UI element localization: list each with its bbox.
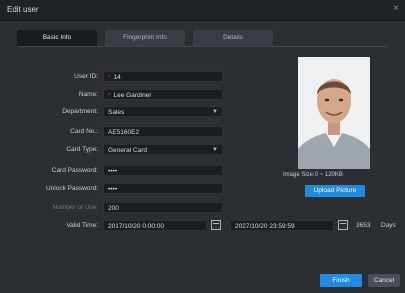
user-id-row: User ID: <box>0 71 98 83</box>
chevron-down-icon: ▼ <box>212 147 218 153</box>
title-bar: Edit user × <box>0 0 405 21</box>
required-marker: * <box>108 74 111 81</box>
calendar-icon[interactable] <box>338 220 348 230</box>
tab-fingerprint-info[interactable]: Fingerprint Info <box>105 30 185 46</box>
name-label: Name: <box>78 91 98 98</box>
card-no-label: Card No.: <box>70 128 98 135</box>
department-row: Department: <box>0 106 98 118</box>
user-id-field[interactable]: * 14 <box>103 71 223 82</box>
unlock-password-row: Unlock Password: <box>0 183 98 195</box>
department-select[interactable]: Sales ▼ <box>103 106 223 117</box>
card-password-field[interactable]: •••• <box>103 165 223 176</box>
unlock-password-field[interactable]: •••• <box>103 183 223 194</box>
upload-picture-button[interactable]: Upload Picture <box>305 185 365 197</box>
valid-days-value: 3653 <box>356 222 371 229</box>
card-no-row: Card No.: <box>0 126 98 138</box>
card-type-label: Card Type: <box>66 146 98 153</box>
card-type-row: Card Type: <box>0 144 98 156</box>
user-id-label: User ID: <box>74 73 98 80</box>
valid-time-label: Valid Time: <box>66 222 98 229</box>
name-field[interactable]: * Lee Gardiner <box>103 89 223 100</box>
tab-details[interactable]: Details <box>193 30 273 46</box>
required-marker: * <box>108 92 111 99</box>
cancel-button[interactable]: Cancel <box>368 274 400 287</box>
valid-days-label: Days <box>381 222 396 229</box>
tab-divider <box>17 46 387 47</box>
name-row: Name: <box>0 89 98 101</box>
valid-time-start-field[interactable]: 2017/10/20 0:00:00 <box>103 220 207 231</box>
number-of-use-row: Number of Use: <box>0 202 98 214</box>
card-password-label: Card Password: <box>51 167 98 174</box>
card-no-field[interactable]: AE5160E2 <box>103 126 223 137</box>
tab-basic-info[interactable]: Basic Info <box>17 30 97 46</box>
calendar-icon[interactable] <box>211 220 221 230</box>
edit-user-dialog: Edit user × Basic Info Fingerprint Info … <box>0 0 405 293</box>
number-of-use-field[interactable]: 200 <box>103 202 223 213</box>
valid-time-row: Valid Time: <box>0 220 98 232</box>
card-password-row: Card Password: <box>0 165 98 177</box>
portrait-image <box>298 57 370 169</box>
unlock-password-label: Unlock Password: <box>45 185 98 192</box>
chevron-down-icon: ▼ <box>212 109 218 115</box>
finish-button[interactable]: Finish <box>320 274 362 287</box>
close-icon[interactable]: × <box>393 3 399 15</box>
department-label: Department: <box>62 108 98 115</box>
dialog-title: Edit user <box>7 5 39 14</box>
valid-time-end-field[interactable]: 2027/10/20 23:59:59 <box>230 220 334 231</box>
card-type-select[interactable]: General Card ▼ <box>103 144 223 155</box>
image-size-hint: Image Size:0 ~ 120KB <box>283 172 343 178</box>
user-photo <box>298 57 370 169</box>
number-of-use-label: Number of Use: <box>52 204 98 211</box>
